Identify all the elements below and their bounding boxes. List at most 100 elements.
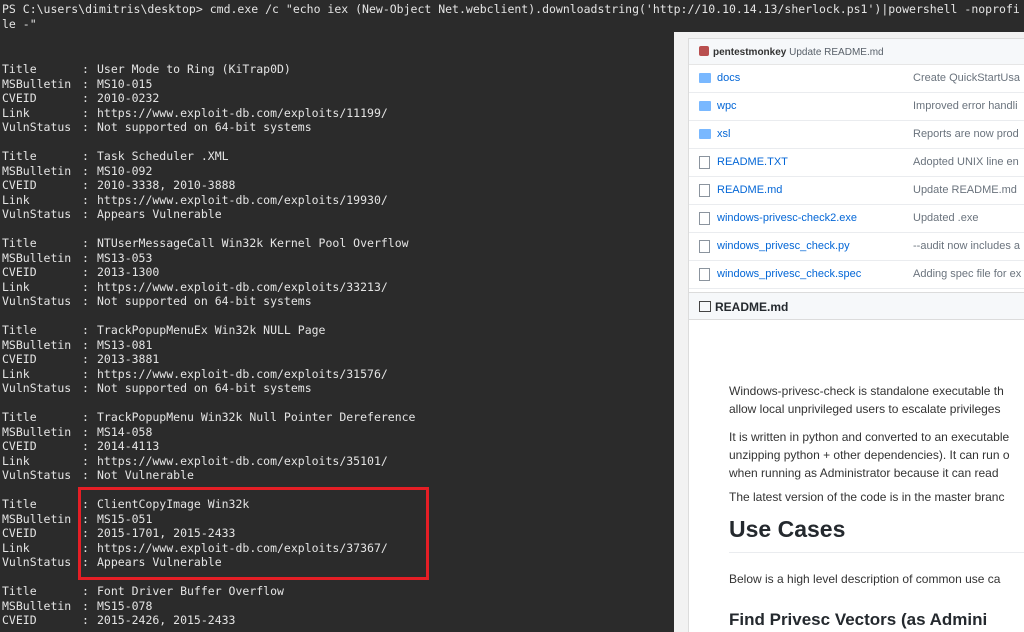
file-row[interactable]: wpc Improved error handli: [689, 93, 1024, 121]
file-list: pentestmonkey Update README.md docs Creat…: [688, 38, 1024, 320]
field-separator: :: [82, 250, 89, 265]
file-row[interactable]: README.md Update README.md: [689, 177, 1024, 205]
field-label: Title: [2, 497, 37, 511]
vuln-field-status: VulnStatus: Not Vulnerable: [2, 468, 662, 483]
readme-paragraph-1-line-2: allow local unprivileged users to escala…: [729, 402, 1001, 416]
vuln-field-cveid: CVEID:2014-4113: [2, 439, 662, 454]
file-rows: docs Create QuickStartUsa wpc Improved erro…: [689, 65, 1024, 289]
file-name-link[interactable]: windows_privesc_check.spec: [717, 268, 861, 280]
field-label: Link: [2, 105, 30, 120]
field-label: VulnStatus: [2, 207, 72, 221]
file-row[interactable]: docs Create QuickStartUsa: [689, 65, 1024, 93]
readme-title: README.md: [715, 300, 789, 314]
file-icon: [699, 156, 710, 169]
field-value: https://www.exploit-db.com/exploits/1119…: [97, 105, 388, 120]
vuln-field-link: Link: https://www.exploit-db.com/exploits…: [2, 193, 662, 208]
field-separator: :: [82, 424, 89, 439]
vuln-field-bulletin: MSBulletin: MS14-058: [2, 425, 662, 440]
field-value: Font Driver Buffer Overflow: [97, 584, 284, 598]
field-separator: :: [82, 149, 89, 163]
file-row[interactable]: windows_privesc_check.py --audit now incl…: [689, 233, 1024, 261]
field-separator: :: [82, 120, 89, 134]
vuln-field-status: VulnStatus: Not supported on 64-bit syste…: [2, 294, 662, 309]
field-value: TrackPopupMenu Win32k Null Pointer Deref…: [97, 410, 416, 424]
field-separator: :: [82, 410, 89, 424]
heading-rule: [729, 552, 1024, 553]
field-separator: :: [82, 207, 89, 221]
file-row[interactable]: windows_privesc_check.spec Adding spec fi…: [689, 261, 1024, 289]
field-value: MS10-092: [97, 163, 153, 178]
field-label: CVEID: [2, 178, 37, 192]
file-icon: [699, 184, 710, 197]
file-commit-message[interactable]: Improved error handli: [913, 100, 1018, 112]
file-name-link[interactable]: wpc: [717, 100, 737, 112]
field-label: MSBulletin: [2, 250, 72, 265]
field-label: Title: [2, 323, 37, 337]
file-row[interactable]: windows-privesc-check2.exe Updated .exe: [689, 205, 1024, 233]
field-value: Task Scheduler .XML: [97, 149, 229, 163]
field-label: MSBulletin: [2, 511, 72, 526]
field-label: MSBulletin: [2, 163, 72, 178]
field-value: MS14-058: [97, 424, 153, 439]
file-commit-message[interactable]: Reports are now prod: [913, 128, 1019, 140]
vuln-field-bulletin: MSBulletin: MS15-078: [2, 599, 662, 614]
field-value: https://www.exploit-db.com/exploits/1993…: [97, 192, 388, 207]
readme-paragraph-2-line-3: when running as Administrator because it…: [729, 466, 999, 480]
file-name-link[interactable]: windows-privesc-check2.exe: [717, 212, 857, 224]
field-value: 2010-3338, 2010-3888: [97, 178, 236, 192]
vuln-entry: Title: TrackPopupMenuEx Win32k NULL Page M…: [2, 323, 662, 396]
field-label: Link: [2, 366, 30, 381]
vuln-field-link: Link: https://www.exploit-db.com/exploits…: [2, 454, 662, 469]
file-row[interactable]: README.TXT Adopted UNIX line en: [689, 149, 1024, 177]
field-label: Link: [2, 540, 30, 555]
field-separator: :: [82, 323, 89, 337]
file-commit-message[interactable]: Create QuickStartUsa: [913, 72, 1020, 84]
field-value: https://www.exploit-db.com/exploits/3157…: [97, 366, 388, 381]
field-value: 2015-2426, 2015-2433: [97, 613, 236, 627]
folder-icon: [699, 73, 711, 83]
vuln-field-title: Title: Font Driver Buffer Overflow: [2, 584, 662, 599]
field-label: MSBulletin: [2, 337, 72, 352]
field-value: https://www.exploit-db.com/exploits/3510…: [97, 453, 388, 468]
commit-author[interactable]: pentestmonkey: [713, 47, 786, 58]
field-separator: :: [82, 381, 89, 395]
field-separator: :: [82, 613, 89, 627]
field-label: VulnStatus: [2, 468, 72, 482]
file-row[interactable]: xsl Reports are now prod: [689, 121, 1024, 149]
field-label: MSBulletin: [2, 598, 72, 613]
commit-message[interactable]: Update README.md: [789, 47, 883, 58]
file-commit-message[interactable]: Update README.md: [913, 184, 1017, 196]
file-commit-message[interactable]: Updated .exe: [913, 212, 978, 224]
readme-paragraph-2-line-2: unzipping python + other dependencies). …: [729, 448, 1010, 462]
field-value: User Mode to Ring (KiTrap0D): [97, 62, 291, 76]
command-line: PS C:\users\dimitris\desktop> cmd.exe /c…: [2, 2, 1022, 31]
file-name-link[interactable]: README.TXT: [717, 156, 788, 168]
field-label: VulnStatus: [2, 120, 72, 134]
vuln-field-cveid: CVEID:2010-3338, 2010-3888: [2, 178, 662, 193]
field-value: 2010-0232: [97, 91, 160, 105]
field-value: Not Vulnerable: [97, 468, 194, 482]
file-name-link[interactable]: README.md: [717, 184, 782, 196]
vuln-field-status: VulnStatus: Appears Vulnerable: [2, 207, 662, 222]
field-label: VulnStatus: [2, 555, 72, 569]
file-commit-message[interactable]: Adopted UNIX line en: [913, 156, 1019, 168]
field-label: CVEID: [2, 352, 37, 366]
file-name-link[interactable]: docs: [717, 72, 740, 84]
vuln-field-cveid: CVEID:2010-0232: [2, 91, 662, 106]
field-value: Not supported on 64-bit systems: [97, 120, 312, 134]
avatar: [699, 46, 709, 56]
field-label: Title: [2, 584, 37, 598]
field-label: VulnStatus: [2, 294, 72, 308]
field-label: Title: [2, 236, 37, 250]
field-label: CVEID: [2, 91, 37, 105]
file-name-link[interactable]: xsl: [717, 128, 730, 140]
file-name-link[interactable]: windows_privesc_check.py: [717, 240, 850, 252]
file-commit-message[interactable]: --audit now includes a: [913, 240, 1020, 252]
field-separator: :: [82, 91, 89, 105]
readme-heading-find-privesc: Find Privesc Vectors (as Admini: [729, 610, 988, 629]
field-value: MS13-081: [97, 337, 153, 352]
vuln-field-title: Title: Task Scheduler .XML: [2, 149, 662, 164]
field-value: Appears Vulnerable: [97, 207, 222, 221]
field-separator: :: [82, 352, 89, 366]
file-commit-message[interactable]: Adding spec file for ex: [913, 268, 1021, 280]
